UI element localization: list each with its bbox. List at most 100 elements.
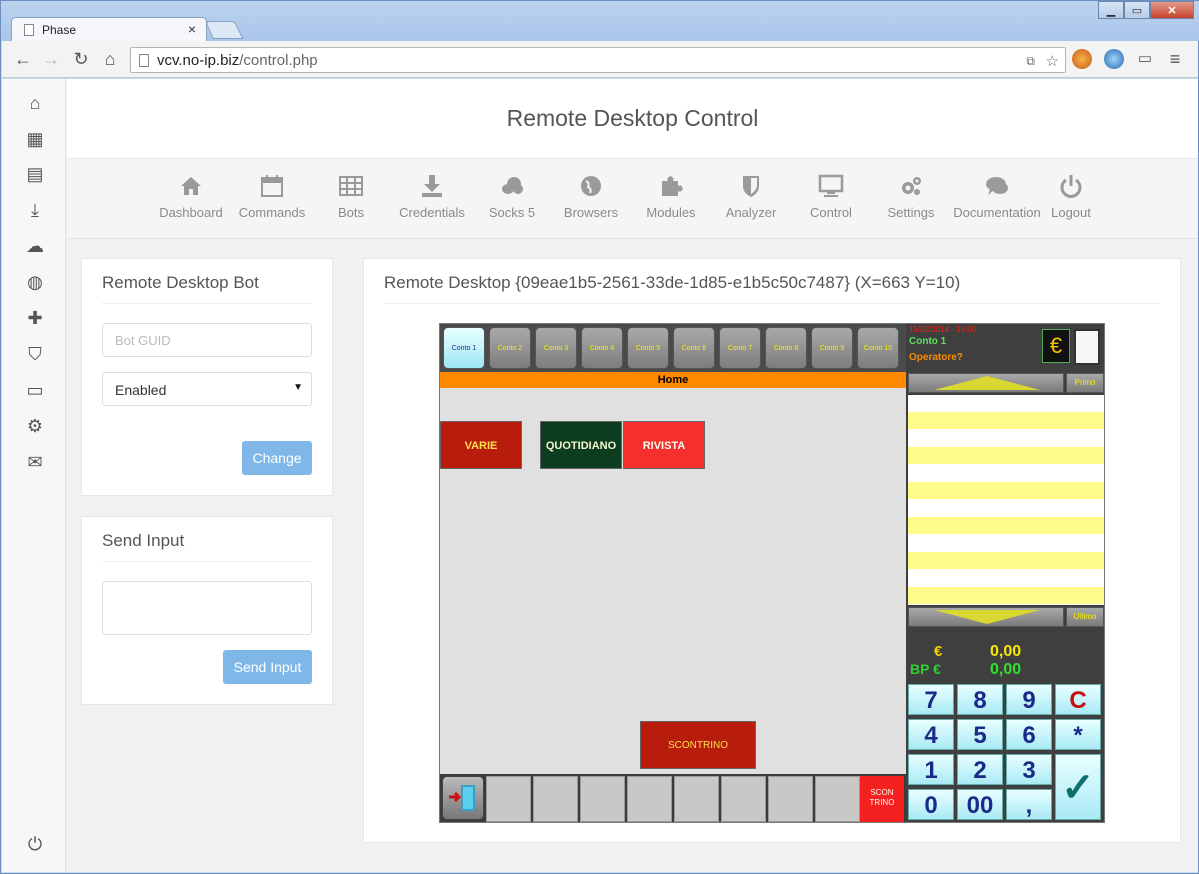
- shield-icon[interactable]: ⛉: [24, 343, 46, 365]
- receipt-list[interactable]: [908, 395, 1104, 605]
- change-button[interactable]: Change: [242, 441, 312, 475]
- arrow-down-icon: [934, 610, 1040, 624]
- extension-icon[interactable]: [1072, 49, 1092, 69]
- conto-button[interactable]: Conto 2: [489, 327, 531, 369]
- empty-slot[interactable]: [486, 776, 531, 822]
- nav-analyzer[interactable]: Analyzer: [723, 173, 779, 220]
- close-window-button[interactable]: ✕: [1150, 1, 1194, 19]
- key-8[interactable]: 8: [957, 684, 1003, 715]
- cloud-icon[interactable]: ☁: [24, 235, 46, 257]
- empty-slot[interactable]: [815, 776, 860, 822]
- key-2[interactable]: 2: [957, 754, 1003, 785]
- empty-slot[interactable]: [627, 776, 672, 822]
- nav-control[interactable]: Control: [803, 173, 859, 220]
- globe-extension-icon[interactable]: [1104, 49, 1124, 69]
- monitor-icon[interactable]: ▭: [24, 379, 46, 401]
- forward-icon[interactable]: →: [40, 48, 62, 70]
- empty-slot[interactable]: [674, 776, 719, 822]
- key-0[interactable]: 0: [908, 789, 954, 820]
- conto-button[interactable]: Conto 3: [535, 327, 577, 369]
- key-1[interactable]: 1: [908, 754, 954, 785]
- conto-button[interactable]: Conto 7: [719, 327, 761, 369]
- key-clear[interactable]: C: [1055, 684, 1101, 715]
- nav-browsers[interactable]: Browsers: [561, 173, 621, 220]
- empty-slot[interactable]: [580, 776, 625, 822]
- power-icon: [1060, 175, 1082, 198]
- chat-icon[interactable]: ✉: [24, 451, 46, 473]
- address-bar[interactable]: vcv.no-ip.biz/control.php ⧉ ☆: [130, 47, 1066, 73]
- back-icon[interactable]: ←: [12, 48, 34, 70]
- puzzle-icon[interactable]: ✚: [24, 307, 46, 329]
- conto-button[interactable]: Conto 8: [765, 327, 807, 369]
- clipboard-icon[interactable]: [1074, 329, 1100, 365]
- conto-button[interactable]: Conto 6: [673, 327, 715, 369]
- key-6[interactable]: 6: [1006, 719, 1052, 750]
- nav-credentials[interactable]: Credentials: [395, 173, 469, 220]
- nav-modules[interactable]: Modules: [643, 173, 699, 220]
- grid-icon[interactable]: ▤: [24, 163, 46, 185]
- key-multiply[interactable]: *: [1055, 719, 1101, 750]
- scroll-up-button[interactable]: [908, 373, 1064, 393]
- power-icon[interactable]: ⏻: [24, 833, 46, 855]
- remote-screen[interactable]: Conto 1 Conto 2 Conto 3 Conto 4 Conto 5 …: [439, 323, 1105, 823]
- maximize-button[interactable]: ▭: [1124, 1, 1150, 19]
- nav-dashboard[interactable]: Dashboard: [159, 173, 223, 220]
- scontrino-button[interactable]: SCONTRINO: [640, 721, 756, 769]
- confirm-check-icon[interactable]: ✓: [1055, 754, 1101, 820]
- exit-door-icon[interactable]: [442, 776, 484, 820]
- home-bar[interactable]: Home: [440, 372, 906, 388]
- nav-bots[interactable]: Bots: [331, 173, 371, 220]
- key-4[interactable]: 4: [908, 719, 954, 750]
- empty-slot[interactable]: [533, 776, 578, 822]
- browser-tab[interactable]: Phase ×: [11, 17, 207, 42]
- conto-button[interactable]: Conto 4: [581, 327, 623, 369]
- reload-icon[interactable]: ↻: [70, 48, 92, 70]
- translate-icon[interactable]: ⧉: [1026, 54, 1035, 69]
- bot-status-select[interactable]: Enabled ▼: [102, 372, 312, 406]
- globe-icon[interactable]: ◍: [24, 271, 46, 293]
- key-5[interactable]: 5: [957, 719, 1003, 750]
- tab-strip: Phase × ▁ ▭ ✕: [1, 1, 1199, 42]
- key-comma[interactable]: ,: [1006, 789, 1052, 820]
- primo-button[interactable]: Primo: [1066, 373, 1104, 393]
- send-input-textarea[interactable]: [102, 581, 312, 635]
- key-9[interactable]: 9: [1006, 684, 1052, 715]
- product-button[interactable]: VARIE: [440, 421, 522, 469]
- new-tab-button[interactable]: [204, 21, 244, 39]
- conto-button[interactable]: Conto 10: [857, 327, 899, 369]
- minimize-button[interactable]: ▁: [1098, 1, 1124, 19]
- bot-guid-input[interactable]: Bot GUID: [102, 323, 312, 357]
- empty-slot[interactable]: [768, 776, 813, 822]
- menu-icon[interactable]: ≡: [1164, 48, 1186, 70]
- empty-slot[interactable]: [721, 776, 766, 822]
- operatore-text: Operatore?: [909, 352, 963, 363]
- remote-desktop-title: Remote Desktop {09eae1b5-2561-33de-1d85-…: [384, 273, 961, 292]
- nav-logout[interactable]: Logout: [1049, 173, 1093, 220]
- send-input-button[interactable]: Send Input: [223, 650, 312, 684]
- tab-close-icon[interactable]: ×: [188, 21, 196, 37]
- home-icon[interactable]: ⌂: [24, 92, 46, 114]
- gears-icon[interactable]: ⚙: [24, 415, 46, 437]
- ultimo-button[interactable]: Ultimo: [1066, 607, 1104, 627]
- nav-commands[interactable]: Commands: [237, 173, 307, 220]
- nav-settings[interactable]: Settings: [883, 173, 939, 220]
- euro-button[interactable]: €: [1042, 329, 1070, 363]
- key-3[interactable]: 3: [1006, 754, 1052, 785]
- key-7[interactable]: 7: [908, 684, 954, 715]
- bookmark-star-icon[interactable]: ☆: [1046, 52, 1059, 70]
- cast-icon[interactable]: ▭: [1134, 48, 1156, 70]
- product-button[interactable]: RIVISTA: [623, 421, 705, 469]
- product-button[interactable]: QUOTIDIANO: [540, 421, 622, 469]
- scontrino-small-button[interactable]: SCON TRINO: [860, 776, 904, 822]
- scroll-down-button[interactable]: [908, 607, 1064, 627]
- calendar-icon[interactable]: ▦: [24, 128, 46, 150]
- conto-button[interactable]: Conto 9: [811, 327, 853, 369]
- nav-label: Socks 5: [488, 205, 536, 220]
- key-00[interactable]: 00: [957, 789, 1003, 820]
- nav-documentation[interactable]: Documentation: [951, 173, 1043, 220]
- conto-button[interactable]: Conto 5: [627, 327, 669, 369]
- download-icon[interactable]: ⤓: [24, 199, 46, 221]
- conto-button[interactable]: Conto 1: [443, 327, 485, 369]
- home-icon[interactable]: ⌂: [99, 48, 121, 70]
- nav-socks5[interactable]: Socks 5: [487, 173, 537, 220]
